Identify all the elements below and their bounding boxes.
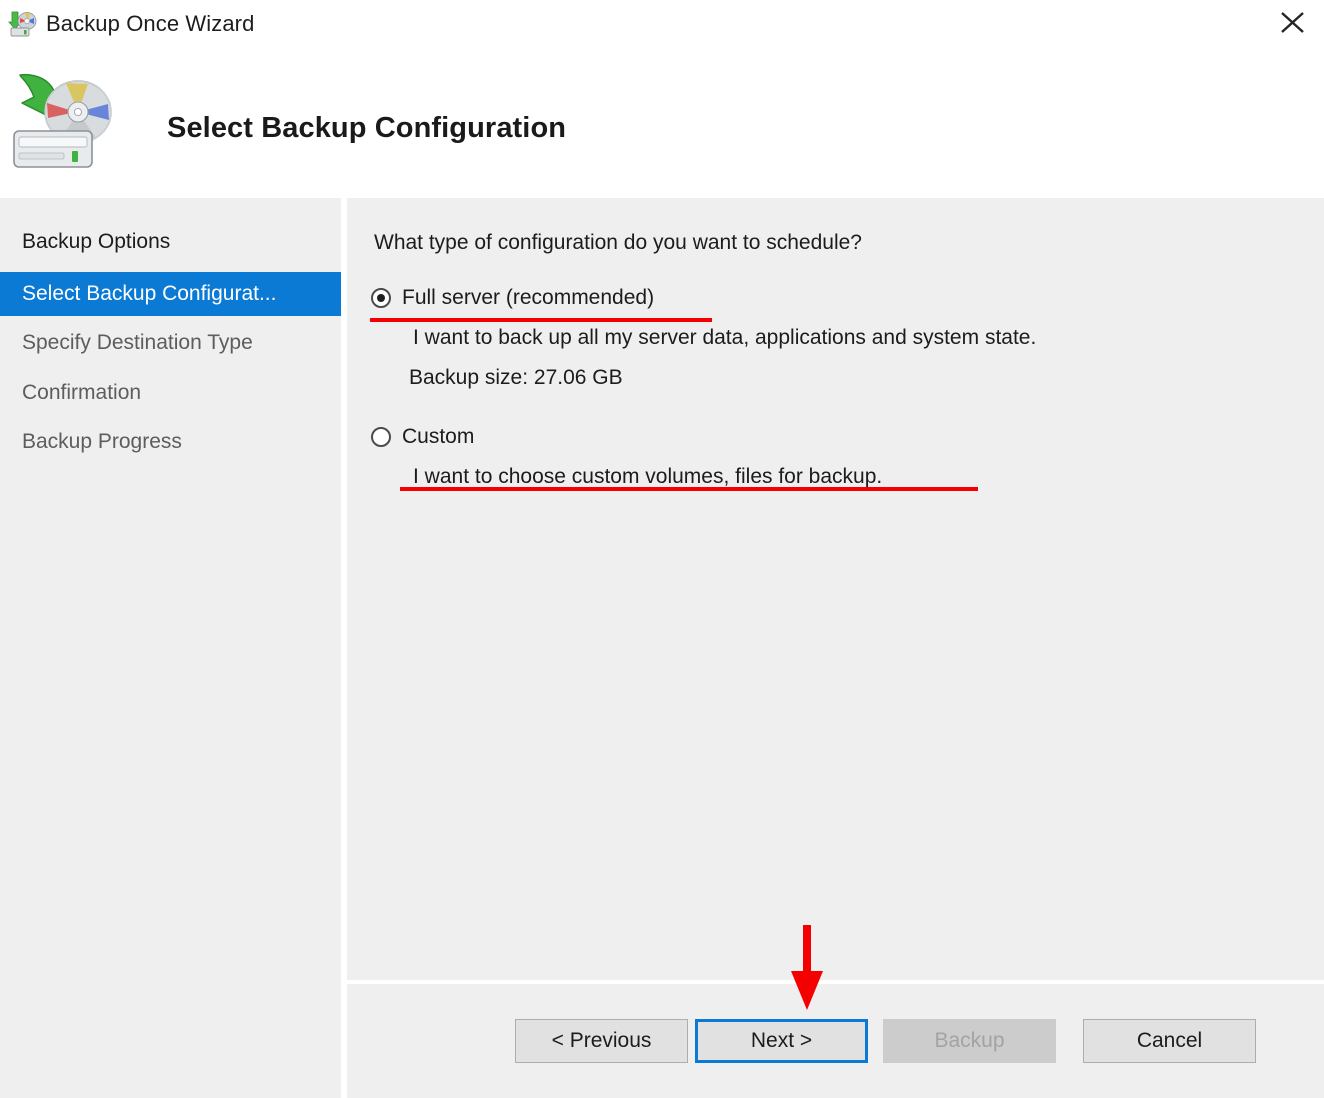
sidebar-item-backup-options[interactable]: Backup Options: [0, 220, 341, 264]
sidebar-item-label: Backup Options: [22, 230, 170, 254]
option-custom: Custom I want to choose custom volumes, …: [347, 423, 1324, 489]
previous-button[interactable]: < Previous: [515, 1019, 688, 1063]
sidebar-item-label: Backup Progress: [22, 430, 182, 454]
sidebar-item-backup-progress[interactable]: Backup Progress: [0, 420, 341, 464]
radio-unselected-icon[interactable]: [371, 427, 391, 447]
radio-full-server[interactable]: Full server (recommended): [347, 284, 1324, 312]
header-banner: Select Backup Configuration: [0, 50, 1324, 198]
window-title: Backup Once Wizard: [46, 11, 254, 37]
content-pane: What type of configuration do you want t…: [347, 198, 1324, 980]
cancel-button[interactable]: Cancel: [1083, 1019, 1256, 1063]
backup-wizard-icon: [6, 65, 131, 175]
option-full-server: Full server (recommended) I want to back…: [347, 284, 1324, 390]
sidebar-item-label: Select Backup Configurat...: [22, 282, 276, 306]
backup-disc-icon: [8, 10, 38, 38]
wizard-button-bar: < Previous Next > Backup Cancel: [347, 984, 1324, 1098]
title-bar: Backup Once Wizard: [0, 0, 1324, 50]
wizard-step-sidebar: Backup Options Select Backup Configurat.…: [0, 198, 341, 1098]
configuration-question: What type of configuration do you want t…: [374, 231, 862, 255]
next-button[interactable]: Next >: [695, 1019, 868, 1063]
radio-custom[interactable]: Custom: [347, 423, 1324, 451]
custom-description: I want to choose custom volumes, files f…: [347, 465, 1324, 489]
close-icon[interactable]: [1264, 0, 1324, 46]
annotation-underline-custom: [400, 487, 978, 491]
sidebar-item-label: Confirmation: [22, 381, 141, 405]
radio-selected-icon[interactable]: [371, 288, 391, 308]
annotation-arrow-to-next-button: [790, 925, 824, 1010]
sidebar-item-label: Specify Destination Type: [22, 331, 253, 355]
sidebar-item-specify-destination-type[interactable]: Specify Destination Type: [0, 321, 341, 365]
annotation-underline-full-server: [370, 318, 712, 322]
backup-button: Backup: [883, 1019, 1056, 1063]
backup-once-wizard-window: Backup Once Wizard: [0, 0, 1324, 1098]
sidebar-item-confirmation[interactable]: Confirmation: [0, 371, 341, 415]
page-title: Select Backup Configuration: [167, 112, 566, 145]
sidebar-item-select-backup-configuration[interactable]: Select Backup Configurat...: [0, 272, 341, 316]
radio-full-server-label: Full server (recommended): [402, 286, 654, 310]
full-server-description: I want to back up all my server data, ap…: [347, 326, 1324, 350]
backup-size-text: Backup size: 27.06 GB: [347, 366, 1324, 390]
radio-custom-label: Custom: [402, 425, 474, 449]
